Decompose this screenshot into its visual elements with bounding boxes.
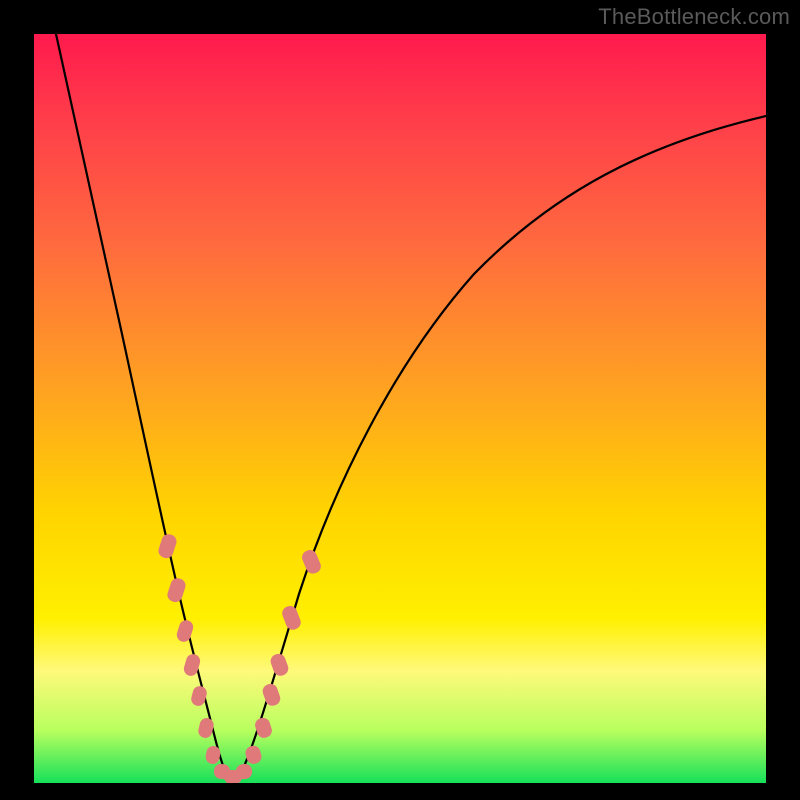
- chart-overlay: [34, 34, 766, 783]
- sample-dot: [197, 717, 215, 740]
- bottleneck-curve: [56, 34, 766, 781]
- plot-area: [34, 34, 766, 783]
- sample-dot: [280, 604, 303, 632]
- sample-dot: [269, 652, 291, 678]
- chart-frame: TheBottleneck.com: [0, 0, 800, 800]
- sample-dot: [175, 618, 195, 643]
- sample-dots-group: [157, 532, 323, 783]
- sample-dot: [261, 682, 282, 708]
- sample-dot: [157, 532, 179, 559]
- sample-dot: [166, 576, 188, 603]
- sample-dot: [205, 745, 222, 765]
- sample-dot: [300, 548, 323, 576]
- watermark-text: TheBottleneck.com: [598, 4, 790, 30]
